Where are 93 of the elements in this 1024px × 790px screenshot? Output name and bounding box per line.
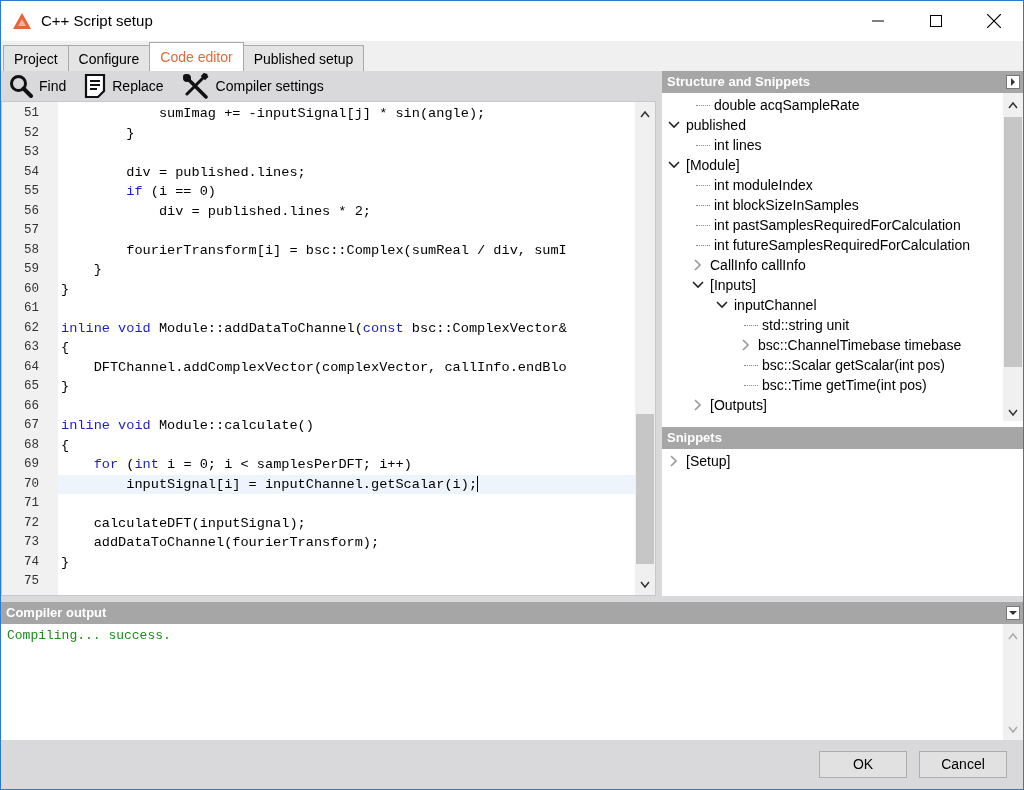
code-line: } xyxy=(60,378,71,396)
code-line: div = published.lines; xyxy=(125,163,307,182)
tree-item[interactable]: [Outputs] xyxy=(710,394,767,416)
line-number: 54 xyxy=(23,163,40,181)
tree-item[interactable]: int pastSamplesRequiredForCalculation xyxy=(714,214,961,236)
panel-title: Snippets xyxy=(667,429,722,448)
tree-item[interactable]: inputChannel xyxy=(734,294,817,316)
line-number: 74 xyxy=(23,553,40,571)
line-number: 60 xyxy=(23,280,40,298)
tree-item[interactable]: double acqSampleRate xyxy=(714,94,860,116)
line-number: 56 xyxy=(23,202,40,220)
output-line: Compiling... success. xyxy=(7,627,172,645)
panel-title: Compiler output xyxy=(6,604,107,623)
text-cursor xyxy=(477,475,479,492)
dialog-button[interactable]: Cancel xyxy=(919,751,1007,778)
tree-item[interactable]: CallInfo callInfo xyxy=(710,254,806,276)
line-number: 62 xyxy=(23,319,40,337)
line-number: 71 xyxy=(23,495,40,512)
code-line: } xyxy=(92,261,103,279)
toolbar-button[interactable]: Find xyxy=(9,74,67,98)
line-number: 58 xyxy=(23,241,40,259)
close-icon xyxy=(987,14,1001,28)
triangle-down-icon xyxy=(1009,610,1017,616)
code-line: DFTChannel.addComplexVector(complexVector, callInfo.endBlo xyxy=(92,358,568,377)
panel-dropdown-button[interactable] xyxy=(1006,606,1020,620)
line-number: 66 xyxy=(23,397,40,415)
tree-item[interactable]: bsc::ChannelTimebase timebase xyxy=(758,334,962,356)
scroll-down-icon xyxy=(1008,726,1018,734)
tree-item[interactable]: [Inputs] xyxy=(710,274,756,296)
panel-toggle-button[interactable] xyxy=(1006,75,1020,89)
document-icon xyxy=(84,73,107,99)
code-line: { xyxy=(60,339,71,357)
code-line: addDataToChannel(fourierTransform); xyxy=(92,534,381,552)
toolbar-button[interactable]: Compiler settings xyxy=(181,73,324,99)
code-line: if (i == 0) xyxy=(125,183,217,201)
code-line: calculateDFT(inputSignal); xyxy=(92,514,307,533)
tree-item[interactable]: bsc::Scalar getScalar(int pos) xyxy=(762,354,945,376)
line-number: 68 xyxy=(23,436,40,454)
tree-item[interactable]: std::string unit xyxy=(762,314,850,336)
tree-item[interactable]: int futureSamplesRequiredForCalculation xyxy=(714,234,971,256)
line-number: 53 xyxy=(23,144,40,161)
app-logo-icon xyxy=(13,13,31,29)
line-number: 64 xyxy=(23,358,40,376)
tree-item[interactable]: [Setup] xyxy=(686,450,731,472)
maximize-icon xyxy=(930,15,942,27)
line-number: 55 xyxy=(23,183,40,200)
editor-scrollbar[interactable] xyxy=(635,102,655,595)
code-line: { xyxy=(60,436,71,455)
toolbar-button[interactable]: Replace xyxy=(84,73,164,99)
tree-item[interactable]: [Module] xyxy=(686,154,740,176)
line-number: 73 xyxy=(23,534,40,551)
code-line: } xyxy=(60,553,71,572)
line-number: 69 xyxy=(23,456,40,473)
line-number: 67 xyxy=(23,417,40,434)
code-line: } xyxy=(60,280,71,299)
line-number: 63 xyxy=(23,339,40,356)
code-line: div = published.lines * 2; xyxy=(157,202,372,221)
tree-item[interactable]: int blockSizeInSamples xyxy=(714,194,859,216)
code-line: for (int i = 0; i < samplesPerDFT; i++) xyxy=(92,456,413,474)
line-number: 75 xyxy=(23,573,40,590)
scroll-down-icon xyxy=(640,581,650,589)
dialog-button[interactable]: OK xyxy=(819,751,907,778)
panel-title: Structure and Snippets xyxy=(667,73,811,92)
line-number: 52 xyxy=(23,124,40,142)
tools-icon xyxy=(181,73,210,99)
tab[interactable]: Project xyxy=(3,45,69,71)
line-number: 70 xyxy=(23,475,40,493)
tree-scrollbar[interactable] xyxy=(1003,93,1023,421)
tab[interactable]: Published setup xyxy=(242,45,365,71)
tree-item[interactable]: published xyxy=(686,114,746,136)
tab[interactable]: Configure xyxy=(67,45,151,71)
line-number: 61 xyxy=(23,300,40,317)
code-line: inline void Module::addDataToChannel(const bsc::ComplexVector& xyxy=(60,319,568,338)
line-number: 65 xyxy=(23,378,40,395)
tree-item[interactable]: int lines xyxy=(714,134,762,156)
scroll-down-icon xyxy=(1008,409,1018,417)
triangle-right-icon xyxy=(1010,78,1016,86)
search-icon xyxy=(9,74,33,98)
code-line: sumImag += -inputSignal[j] * sin(angle); xyxy=(157,105,487,123)
window-title: C++ Script setup xyxy=(41,10,153,31)
tree-item[interactable]: bsc::Time getTime(int pos) xyxy=(762,374,927,396)
line-number: 57 xyxy=(23,222,40,239)
line-number: 59 xyxy=(23,261,40,278)
code-line: inline void Module::calculate() xyxy=(60,417,315,435)
code-line: fourierTransform[i] = bsc::Complex(sumReal / div, sumI xyxy=(125,241,568,260)
code-line: } xyxy=(125,124,136,143)
scroll-up-icon xyxy=(1008,101,1018,109)
scroll-up-icon xyxy=(640,110,650,118)
tree-item[interactable]: int moduleIndex xyxy=(714,174,813,196)
line-number: 51 xyxy=(23,105,40,122)
scroll-up-icon xyxy=(1008,632,1018,640)
output-scrollbar[interactable] xyxy=(1003,624,1023,740)
line-number: 72 xyxy=(23,514,40,532)
